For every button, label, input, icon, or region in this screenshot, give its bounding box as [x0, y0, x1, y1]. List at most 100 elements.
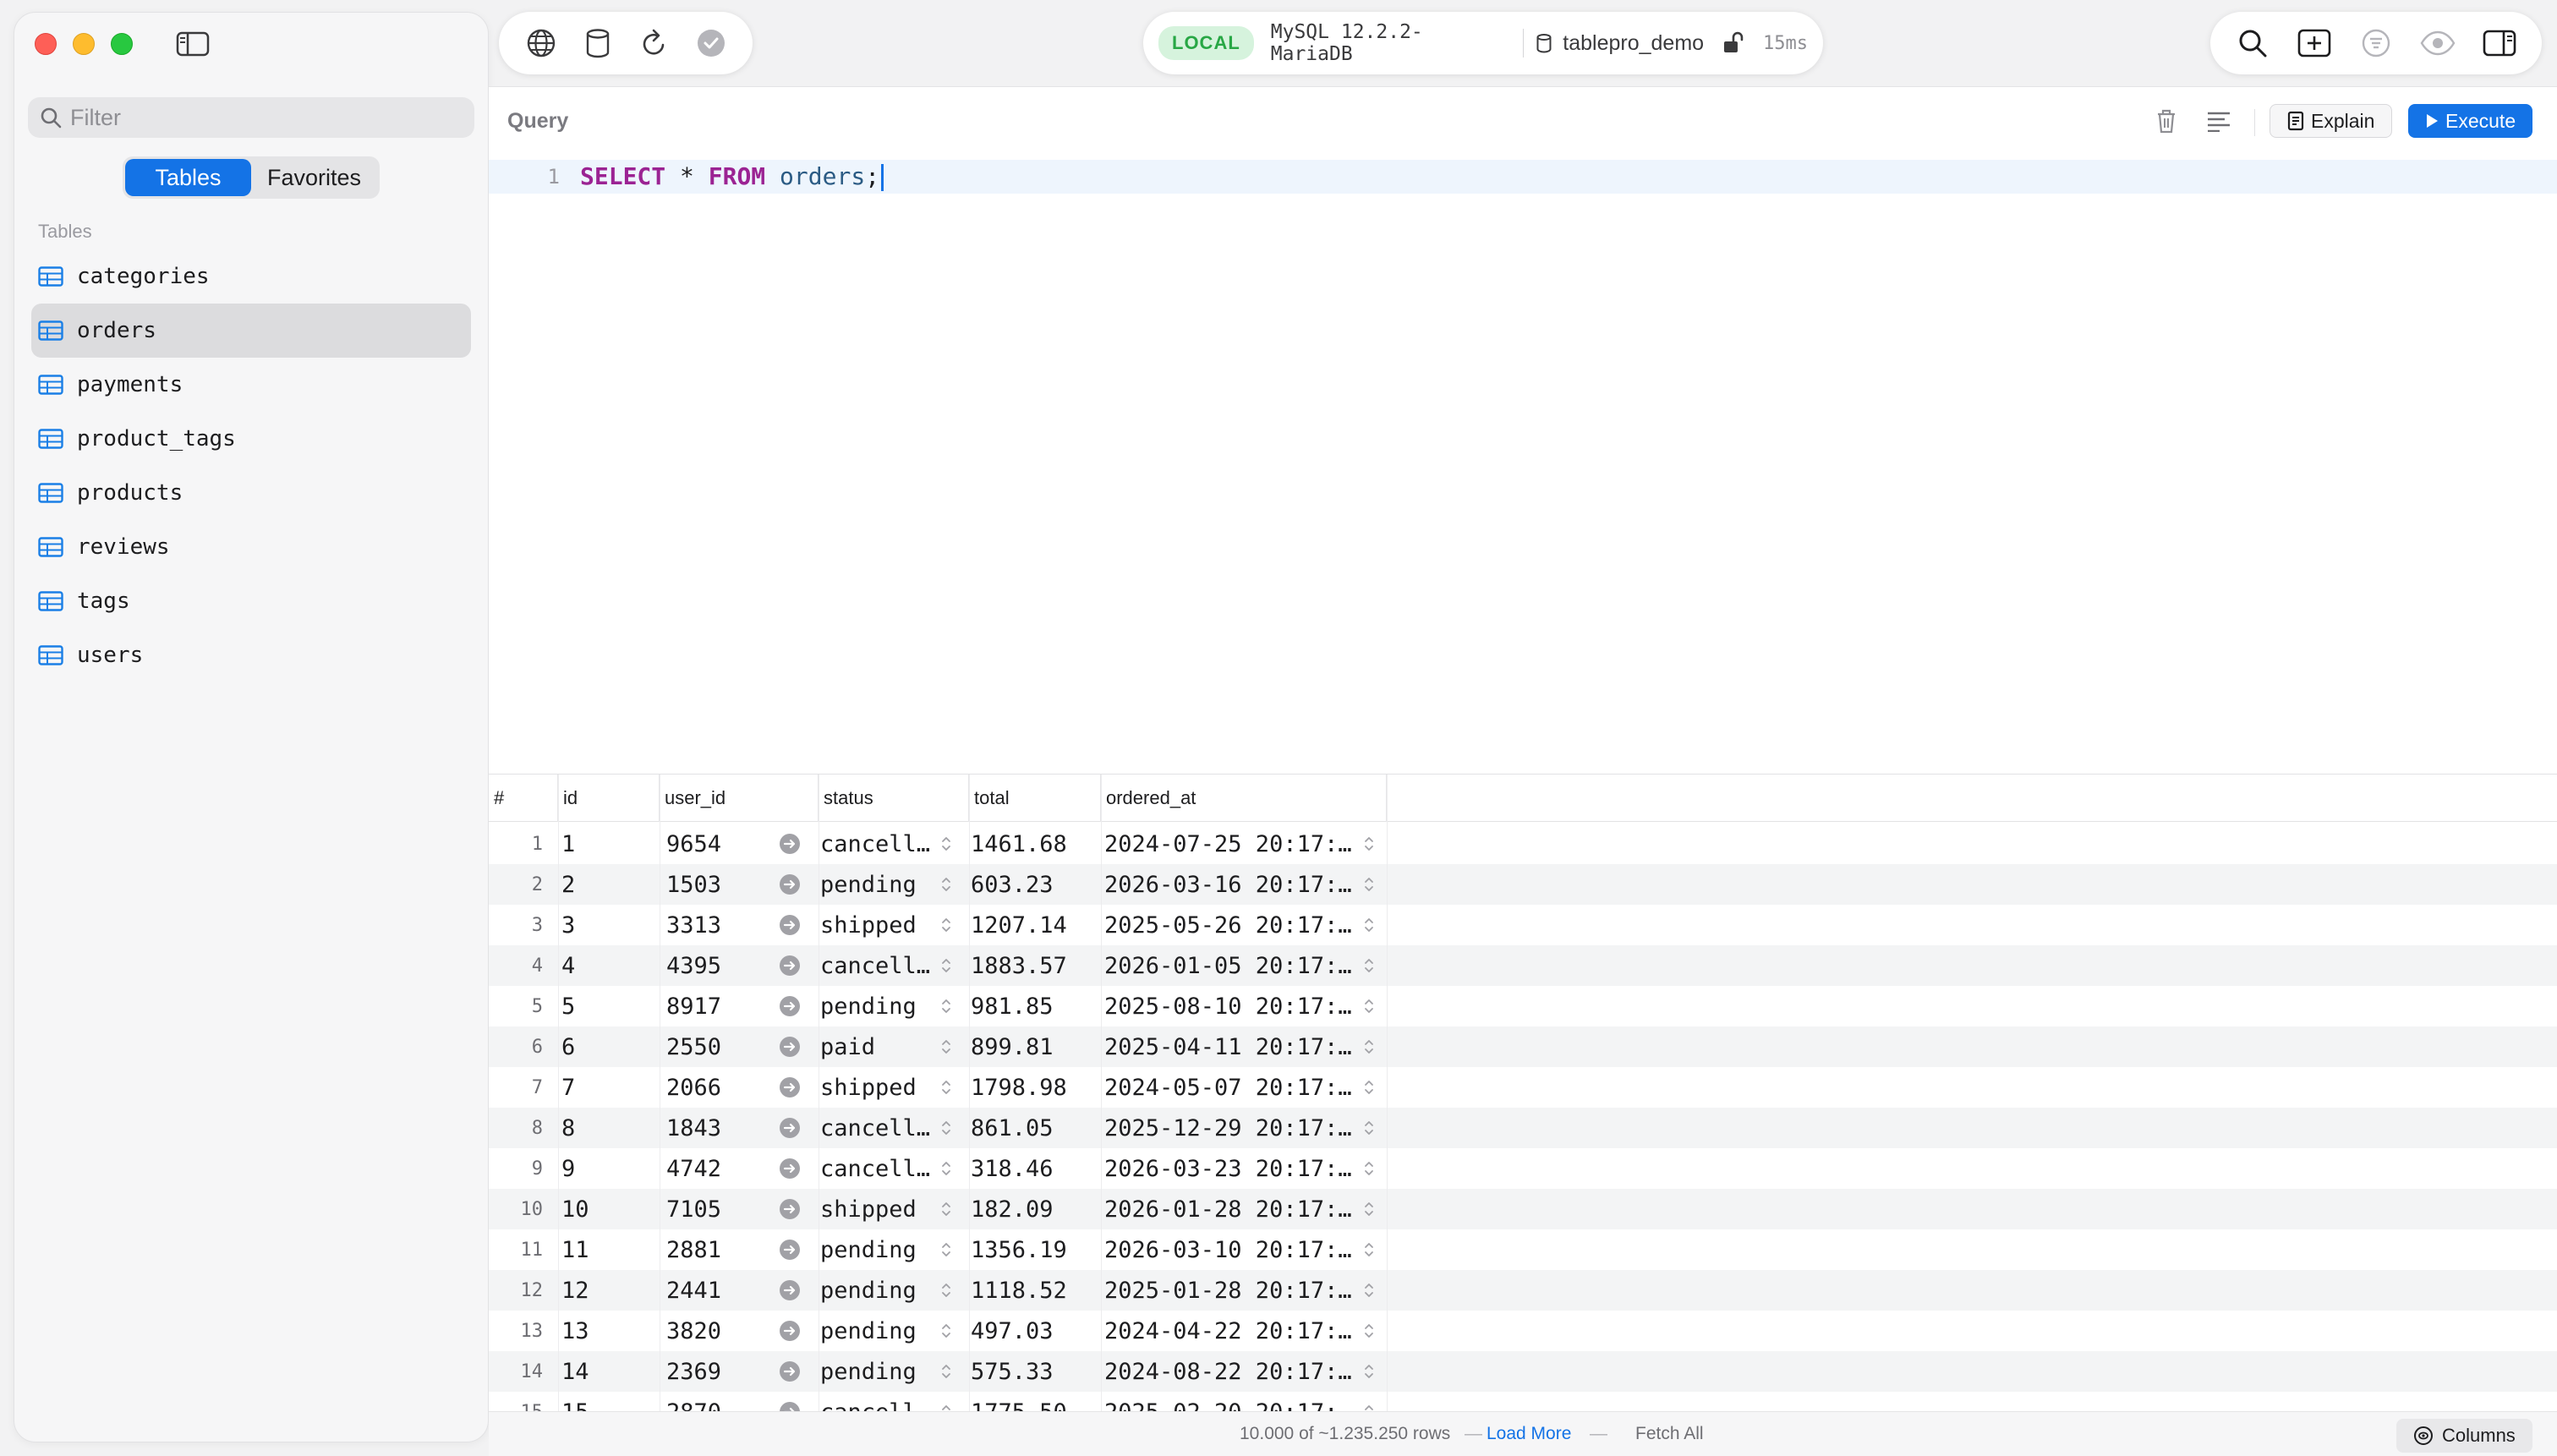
cell-total[interactable]: 318.46 — [971, 1148, 1089, 1189]
cell-id[interactable]: 2 — [561, 864, 654, 905]
execute-button[interactable]: Execute — [2408, 104, 2533, 138]
column-header-id[interactable]: id — [558, 775, 660, 822]
chevron-updown-icon[interactable] — [1362, 955, 1376, 976]
foreign-key-arrow-icon[interactable] — [779, 1198, 801, 1220]
chevron-updown-icon[interactable] — [939, 1280, 953, 1300]
foreign-key-arrow-icon[interactable] — [779, 1036, 801, 1058]
cell-status[interactable]: cancell… — [820, 824, 930, 864]
cell-user-id[interactable]: 2369 — [666, 1351, 759, 1392]
cell-total[interactable]: 1461.68 — [971, 824, 1089, 864]
cell-total[interactable]: 1775.50 — [971, 1392, 1089, 1412]
sidebar-item-orders[interactable]: orders — [31, 304, 471, 358]
foreign-key-arrow-icon[interactable] — [779, 1158, 801, 1180]
cell-ordered-at[interactable]: 2025-05-26 20:17:… — [1104, 905, 1358, 945]
table-row[interactable]: 14 14 2369 pending 575.33 2024-08-22 20:17:… — [489, 1351, 2557, 1392]
table-row[interactable]: 11 11 2881 pending 1356.19 2026-03-10 20:17:… — [489, 1229, 2557, 1270]
foreign-key-button[interactable] — [778, 1311, 802, 1351]
cell-user-id[interactable]: 4395 — [666, 945, 759, 986]
preview-button[interactable] — [2416, 21, 2460, 65]
foreign-key-button[interactable] — [778, 1351, 802, 1392]
cell-id[interactable]: 4 — [561, 945, 654, 986]
status-dropdown-button[interactable] — [937, 1108, 955, 1148]
cell-status[interactable]: paid — [820, 1026, 930, 1067]
cell-status[interactable]: cancell… — [820, 945, 930, 986]
cell-user-id[interactable]: 2066 — [666, 1067, 759, 1108]
cell-ordered-at[interactable]: 2025-01-28 20:17:… — [1104, 1270, 1358, 1311]
database-button[interactable] — [576, 21, 620, 65]
cell-status[interactable]: pending — [820, 1270, 930, 1311]
chevron-updown-icon[interactable] — [939, 1321, 953, 1341]
foreign-key-button[interactable] — [778, 945, 802, 986]
cell-user-id[interactable]: 1503 — [666, 864, 759, 905]
foreign-key-button[interactable] — [778, 824, 802, 864]
status-dropdown-button[interactable] — [937, 824, 955, 864]
cell-status[interactable]: shipped — [820, 905, 930, 945]
foreign-key-arrow-icon[interactable] — [779, 1076, 801, 1098]
chevron-updown-icon[interactable] — [1362, 1037, 1376, 1057]
cell-ordered-at[interactable]: 2025-04-11 20:17:… — [1104, 1026, 1358, 1067]
status-dropdown-button[interactable] — [937, 945, 955, 986]
foreign-key-button[interactable] — [778, 1026, 802, 1067]
chevron-updown-icon[interactable] — [1362, 1118, 1376, 1138]
cell-id[interactable]: 9 — [561, 1148, 654, 1189]
foreign-key-button[interactable] — [778, 986, 802, 1026]
cell-total[interactable]: 603.23 — [971, 864, 1089, 905]
foreign-key-arrow-icon[interactable] — [779, 1239, 801, 1261]
table-row[interactable]: 3 3 3313 shipped 1207.14 2025-05-26 20:17:… — [489, 905, 2557, 945]
sidebar-item-users[interactable]: users — [31, 628, 471, 682]
table-row[interactable]: 9 9 4742 cancell… 318.46 2026-03-23 20:17:… — [489, 1148, 2557, 1189]
date-stepper-button[interactable] — [1360, 945, 1378, 986]
fetch-all-link[interactable]: Fetch All — [1635, 1424, 1704, 1444]
foreign-key-arrow-icon[interactable] — [779, 1117, 801, 1139]
cell-ordered-at[interactable]: 2024-08-22 20:17:… — [1104, 1351, 1358, 1392]
maximize-window-button[interactable] — [111, 33, 133, 55]
connection-status-bar[interactable]: LOCAL MySQL 12.2.2-MariaDB tablepro_demo… — [1143, 12, 1823, 74]
chevron-updown-icon[interactable] — [1362, 996, 1376, 1016]
chevron-updown-icon[interactable] — [939, 1199, 953, 1219]
format-query-button[interactable] — [2202, 104, 2236, 138]
table-row[interactable]: 5 5 8917 pending 981.85 2025-08-10 20:17:… — [489, 986, 2557, 1026]
date-stepper-button[interactable] — [1360, 864, 1378, 905]
tab-favorites[interactable]: Favorites — [251, 159, 377, 196]
cell-ordered-at[interactable]: 2026-03-23 20:17:… — [1104, 1148, 1358, 1189]
status-dropdown-button[interactable] — [937, 986, 955, 1026]
cell-ordered-at[interactable]: 2025-02-20 20:17:… — [1104, 1392, 1358, 1412]
chevron-updown-icon[interactable] — [939, 996, 953, 1016]
status-dropdown-button[interactable] — [937, 1351, 955, 1392]
cell-status[interactable]: shipped — [820, 1067, 930, 1108]
cell-id[interactable]: 7 — [561, 1067, 654, 1108]
clear-query-button[interactable] — [2149, 104, 2183, 138]
chevron-updown-icon[interactable] — [1362, 1361, 1376, 1382]
cell-status[interactable]: shipped — [820, 1189, 930, 1229]
table-row[interactable]: 13 13 3820 pending 497.03 2024-04-22 20:17:… — [489, 1311, 2557, 1351]
cell-ordered-at[interactable]: 2024-05-07 20:17:… — [1104, 1067, 1358, 1108]
cell-ordered-at[interactable]: 2024-04-22 20:17:… — [1104, 1311, 1358, 1351]
cell-user-id[interactable]: 1843 — [666, 1108, 759, 1148]
filter-field[interactable] — [28, 97, 474, 138]
sidebar-item-categories[interactable]: categories — [31, 249, 471, 304]
chevron-updown-icon[interactable] — [939, 834, 953, 854]
sidebar-item-product-tags[interactable]: product_tags — [31, 412, 471, 466]
table-row[interactable]: 2 2 1503 pending 603.23 2026-03-16 20:17:… — [489, 864, 2557, 905]
status-dropdown-button[interactable] — [937, 864, 955, 905]
close-window-button[interactable] — [35, 33, 57, 55]
status-dropdown-button[interactable] — [937, 1392, 955, 1411]
chevron-updown-icon[interactable] — [939, 1118, 953, 1138]
chevron-updown-icon[interactable] — [1362, 1321, 1376, 1341]
chevron-updown-icon[interactable] — [939, 955, 953, 976]
inspector-toggle-button[interactable] — [2478, 21, 2521, 65]
cell-ordered-at[interactable]: 2024-07-25 20:17:… — [1104, 824, 1358, 864]
sidebar-item-tags[interactable]: tags — [31, 574, 471, 628]
chevron-updown-icon[interactable] — [939, 1402, 953, 1411]
cell-user-id[interactable]: 2870 — [666, 1392, 759, 1412]
chevron-updown-icon[interactable] — [1362, 1158, 1376, 1179]
sidebar-item-payments[interactable]: payments — [31, 358, 471, 412]
cell-status[interactable]: pending — [820, 864, 930, 905]
lock-icon[interactable] — [1722, 31, 1744, 55]
column-header-status[interactable]: status — [819, 775, 969, 822]
table-row[interactable]: 6 6 2550 paid 899.81 2025-04-11 20:17:… — [489, 1026, 2557, 1067]
commit-button[interactable] — [689, 21, 733, 65]
foreign-key-button[interactable] — [778, 1270, 802, 1311]
cell-total[interactable]: 1118.52 — [971, 1270, 1089, 1311]
date-stepper-button[interactable] — [1360, 1229, 1378, 1270]
